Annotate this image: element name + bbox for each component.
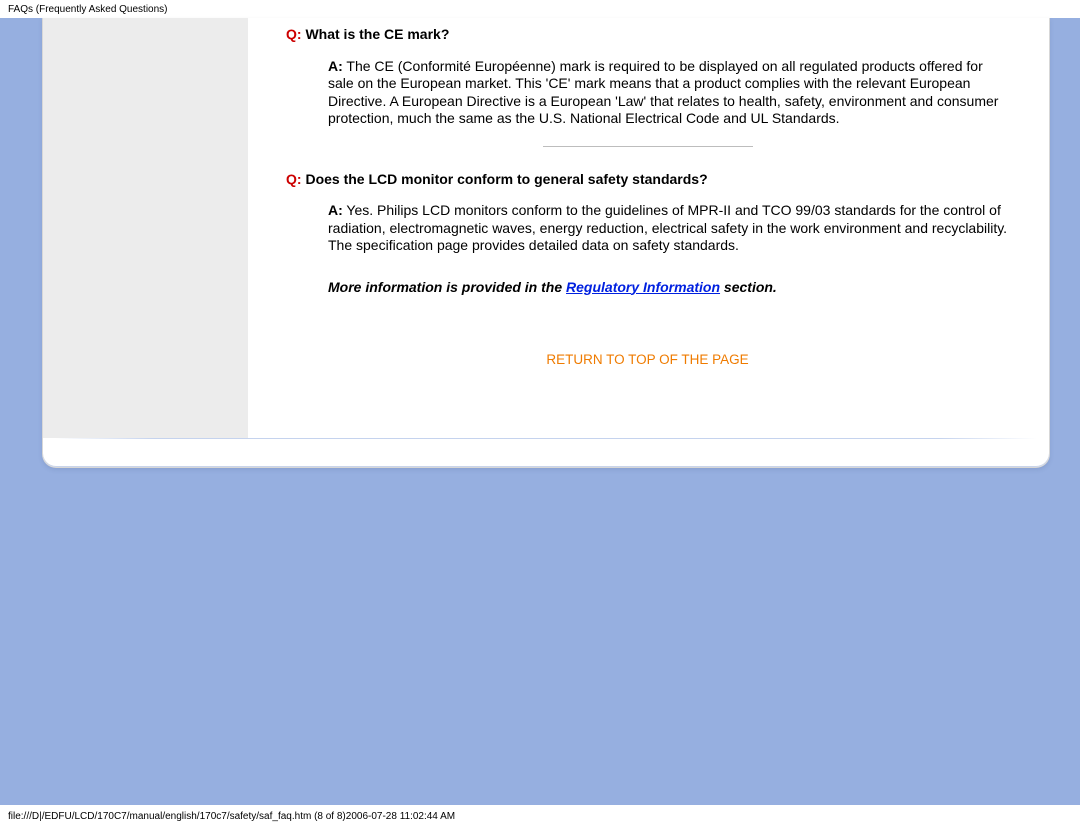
a-prefix: A: — [328, 58, 343, 74]
faq-answer-1: A: The CE (Conformité Européenne) mark i… — [286, 58, 1009, 128]
info-post: section. — [720, 279, 777, 295]
content-card: Q: What is the CE mark? A: The CE (Confo… — [42, 18, 1050, 468]
a-text: The CE (Conformité Européenne) mark is r… — [328, 58, 998, 127]
faq-item-2: Q: Does the LCD monitor conform to gener… — [286, 171, 1009, 255]
divider — [543, 146, 753, 147]
info-pre: More information is provided in the — [328, 279, 566, 295]
q-prefix: Q: — [286, 26, 302, 42]
q-text: What is the CE mark? — [302, 26, 450, 42]
a-prefix: A: — [328, 202, 343, 218]
return-to-top-link[interactable]: RETURN TO TOP OF THE PAGE — [286, 352, 1009, 369]
a-text: Yes. Philips LCD monitors conform to the… — [328, 202, 1007, 253]
info-line: More information is provided in the Regu… — [286, 279, 1009, 297]
q-text: Does the LCD monitor conform to general … — [302, 171, 708, 187]
faq-item-1: Q: What is the CE mark? A: The CE (Confo… — [286, 26, 1009, 128]
left-sidebar — [43, 18, 248, 438]
page-footer-path: file:///D|/EDFU/LCD/170C7/manual/english… — [0, 805, 1080, 822]
page-background: Q: What is the CE mark? A: The CE (Confo… — [0, 18, 1080, 805]
faq-question-1: Q: What is the CE mark? — [286, 26, 1009, 44]
main-content: Q: What is the CE mark? A: The CE (Confo… — [248, 18, 1049, 438]
faq-answer-2: A: Yes. Philips LCD monitors conform to … — [286, 202, 1009, 255]
regulatory-information-link[interactable]: Regulatory Information — [566, 279, 720, 295]
page-header-path: FAQs (Frequently Asked Questions) — [0, 0, 1080, 18]
q-prefix: Q: — [286, 171, 302, 187]
faq-question-2: Q: Does the LCD monitor conform to gener… — [286, 171, 1009, 189]
